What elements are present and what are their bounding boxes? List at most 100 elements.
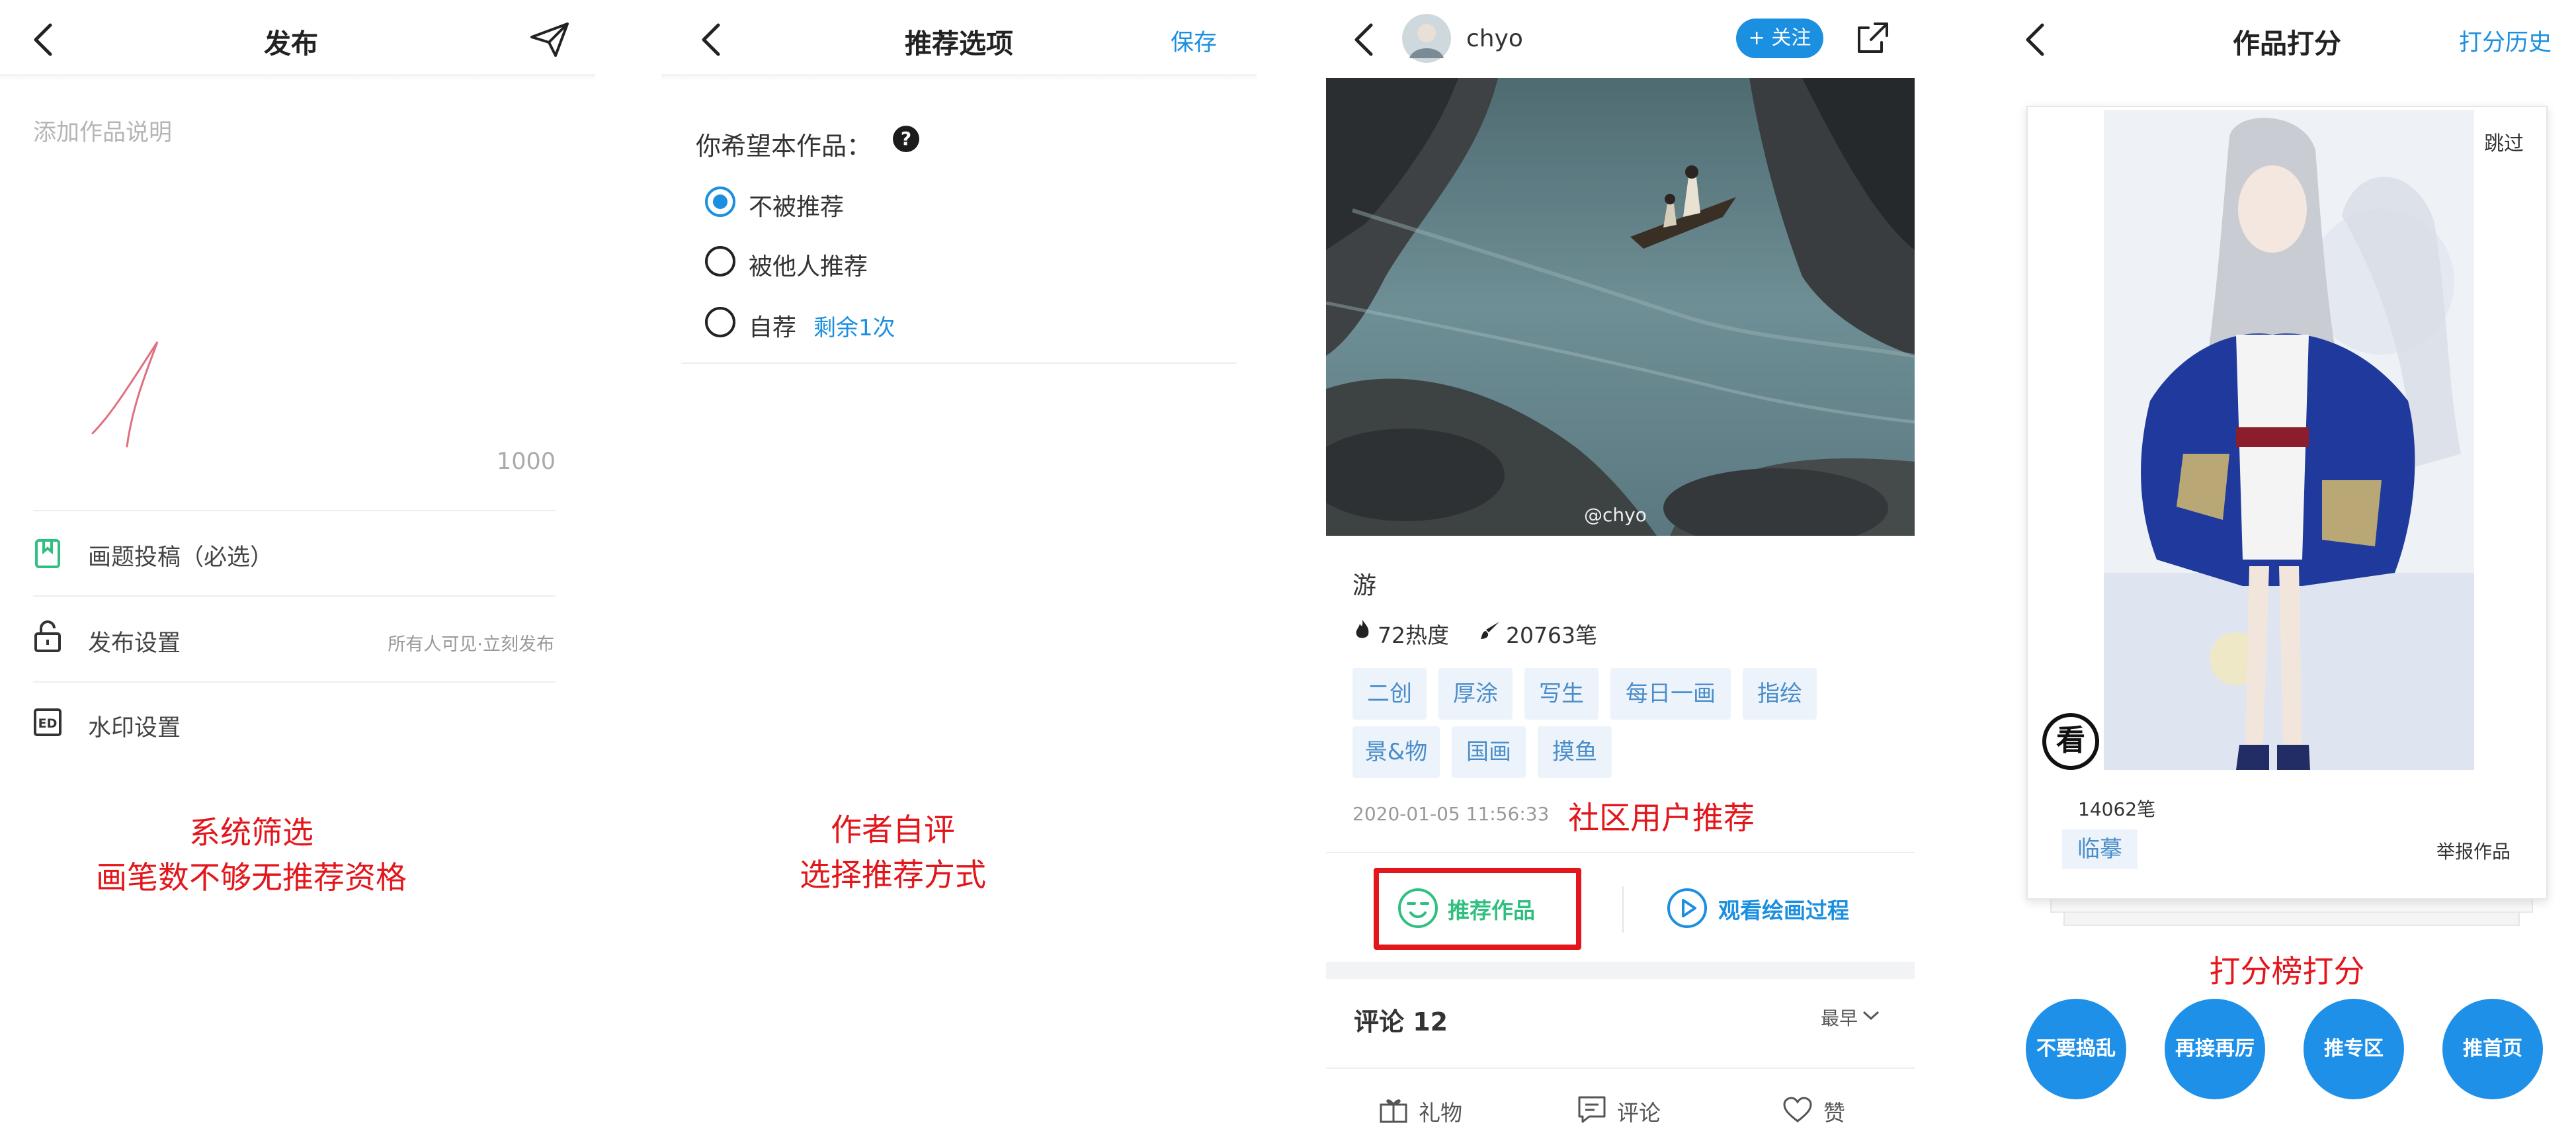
char-count: 1000 bbox=[496, 448, 556, 475]
watermark-settings-row[interactable]: ED 水印设置 bbox=[0, 683, 595, 767]
sort-label: 最早 bbox=[1821, 1007, 1858, 1029]
radio-button-selected[interactable] bbox=[705, 187, 735, 217]
tag-chip[interactable]: 每日一画 bbox=[1610, 668, 1731, 720]
page-title: 推荐选项 bbox=[905, 28, 1013, 60]
rating-card[interactable]: 跳过 看 14062笔 临摹 举报作品 bbox=[2026, 106, 2548, 900]
rating-history-link[interactable]: 打分历史 bbox=[2459, 24, 2552, 58]
section-gap bbox=[1326, 962, 1915, 979]
doodle-stroke bbox=[91, 341, 159, 448]
sort-dropdown[interactable]: 最早 bbox=[1821, 1004, 1893, 1031]
annotation-text: 系统筛选 bbox=[189, 815, 313, 851]
recommend-question: 你希望本作品： bbox=[696, 132, 872, 161]
look-stamp-glyph: 看 bbox=[2056, 724, 2085, 757]
like-button[interactable]: 赞 bbox=[1782, 1093, 1875, 1127]
rated-artwork-image bbox=[2104, 110, 2474, 770]
publish-settings-label: 发布设置 bbox=[88, 630, 181, 657]
topic-row[interactable]: 画题投稿（必选） bbox=[0, 511, 595, 595]
report-work-link[interactable]: 举报作品 bbox=[2436, 837, 2511, 864]
publish-header: 发布 bbox=[0, 0, 595, 78]
annotation-text: 画笔数不够无推荐资格 bbox=[96, 860, 407, 896]
tag-chip[interactable]: 摸鱼 bbox=[1538, 726, 1612, 778]
recommend-header: 推荐选项 保存 bbox=[661, 0, 1257, 78]
back-arrow-icon[interactable] bbox=[1351, 21, 1378, 58]
remaining-count: 剩余1次 bbox=[813, 315, 895, 341]
radio-button[interactable] bbox=[705, 246, 735, 276]
tag-chip[interactable]: 写生 bbox=[1524, 668, 1599, 720]
rate-keep-going-button[interactable]: 再接再厉 bbox=[2165, 999, 2265, 1099]
header-shadow bbox=[0, 74, 595, 81]
comment-icon bbox=[1578, 1096, 1606, 1123]
annotation-text: 选择推荐方式 bbox=[800, 857, 986, 894]
radio-option-not-recommended[interactable]: 不被推荐 bbox=[701, 184, 1032, 221]
rated-stroke-count: 14062笔 bbox=[2078, 798, 2156, 820]
help-icon[interactable]: ? bbox=[893, 126, 919, 152]
back-arrow-icon[interactable] bbox=[30, 21, 57, 58]
radio-option-recommended-by-others[interactable]: 被他人推荐 bbox=[701, 243, 1032, 280]
page-title: 发布 bbox=[264, 28, 318, 60]
gift-label: 礼物 bbox=[1419, 1100, 1462, 1126]
radio-button[interactable] bbox=[705, 307, 735, 337]
tag-chip[interactable]: 国画 bbox=[1452, 726, 1526, 778]
comment-label: 评论 bbox=[1617, 1100, 1661, 1126]
publish-date: 2020-01-05 11:56:33 bbox=[1352, 803, 1550, 825]
radio-dot bbox=[713, 194, 727, 209]
save-button[interactable]: 保存 bbox=[1171, 24, 1217, 58]
divider bbox=[1326, 1068, 1915, 1069]
watch-process-button[interactable]: 观看绘画过程 bbox=[1667, 884, 1891, 931]
description-input[interactable]: 添加作品说明 bbox=[33, 114, 172, 148]
back-arrow-icon[interactable] bbox=[2022, 21, 2049, 58]
radio-label: 自荐 bbox=[749, 314, 797, 341]
svg-text:ED: ED bbox=[38, 716, 58, 731]
artwork-detail-screen: chyo + 关注 @chyo 游 72热度 20763笔 二创 厚涂 写生 每… bbox=[1326, 0, 1915, 1139]
page-title: 作品打分 bbox=[2233, 28, 2341, 60]
avatar[interactable] bbox=[1401, 13, 1452, 63]
artwork-header: chyo + 关注 bbox=[1326, 0, 1915, 78]
rate-push-section-button[interactable]: 推专区 bbox=[2304, 999, 2404, 1099]
flame-icon bbox=[1356, 620, 1369, 638]
divider bbox=[681, 362, 1237, 364]
tag-chip[interactable]: 二创 bbox=[1352, 668, 1427, 720]
work-title: 游 bbox=[1352, 572, 1377, 599]
tag-chip[interactable]: 指绘 bbox=[1743, 668, 1817, 720]
bookmark-icon bbox=[35, 539, 60, 568]
follow-button[interactable]: + 关注 bbox=[1736, 19, 1823, 58]
tag-chip[interactable]: 景&物 bbox=[1352, 726, 1440, 778]
rate-dont-mess-button[interactable]: 不要捣乱 bbox=[2026, 999, 2126, 1099]
recommend-options-screen: 推荐选项 保存 你希望本作品： ? 不被推荐 被他人推荐 自荐 剩余1次 作者自… bbox=[661, 0, 1257, 1139]
recommend-work-label: 推荐作品 bbox=[1448, 898, 1535, 923]
divider bbox=[1326, 852, 1915, 853]
share-icon[interactable] bbox=[1855, 20, 1891, 56]
rate-push-home-button[interactable]: 推首页 bbox=[2442, 999, 2543, 1099]
comments-heading: 评论 12 bbox=[1354, 1007, 1448, 1036]
username[interactable]: chyo bbox=[1466, 25, 1523, 52]
publish-settings-row[interactable]: 发布设置 所有人可见·立刻发布 bbox=[0, 597, 595, 681]
chevron-down-icon bbox=[1862, 1011, 1880, 1021]
gift-button[interactable]: 礼物 bbox=[1379, 1093, 1485, 1127]
skip-button[interactable]: 跳过 bbox=[2484, 127, 2524, 156]
vertical-divider bbox=[1622, 886, 1624, 933]
radio-option-self-recommend[interactable]: 自荐 剩余1次 bbox=[701, 304, 1032, 341]
radio-label: 不被推荐 bbox=[749, 194, 845, 221]
artwork-watermark: @chyo bbox=[1584, 504, 1647, 526]
watermark-settings-label: 水印设置 bbox=[88, 715, 181, 741]
topic-label: 画题投稿（必选） bbox=[88, 544, 274, 571]
heart-icon bbox=[1783, 1097, 1812, 1122]
annotation-text: 打分榜打分 bbox=[2209, 954, 2365, 990]
look-stamp-icon: 看 bbox=[2042, 713, 2099, 770]
comment-button[interactable]: 评论 bbox=[1577, 1093, 1683, 1127]
publish-settings-value: 所有人可见·立刻发布 bbox=[388, 634, 554, 655]
send-icon[interactable] bbox=[529, 20, 571, 60]
rated-tag-chip[interactable]: 临摹 bbox=[2062, 829, 2138, 869]
brush-icon bbox=[1481, 622, 1499, 639]
recommend-work-button[interactable]: 推荐作品 bbox=[1392, 884, 1577, 931]
help-glyph: ? bbox=[900, 128, 912, 149]
back-arrow-icon[interactable] bbox=[698, 21, 725, 58]
artwork-image[interactable] bbox=[1326, 78, 1915, 536]
publish-screen: 发布 添加作品说明 1000 画题投稿（必选） 发布设置 所有人可见·立刻发布 … bbox=[0, 0, 595, 1139]
annotation-text: 作者自评 bbox=[831, 812, 955, 849]
rating-header: 作品打分 打分历史 bbox=[1989, 0, 2576, 78]
like-label: 赞 bbox=[1823, 1100, 1845, 1126]
tag-chip[interactable]: 厚涂 bbox=[1438, 668, 1513, 720]
radio-label: 被他人推荐 bbox=[749, 253, 868, 280]
lock-icon bbox=[34, 620, 61, 652]
